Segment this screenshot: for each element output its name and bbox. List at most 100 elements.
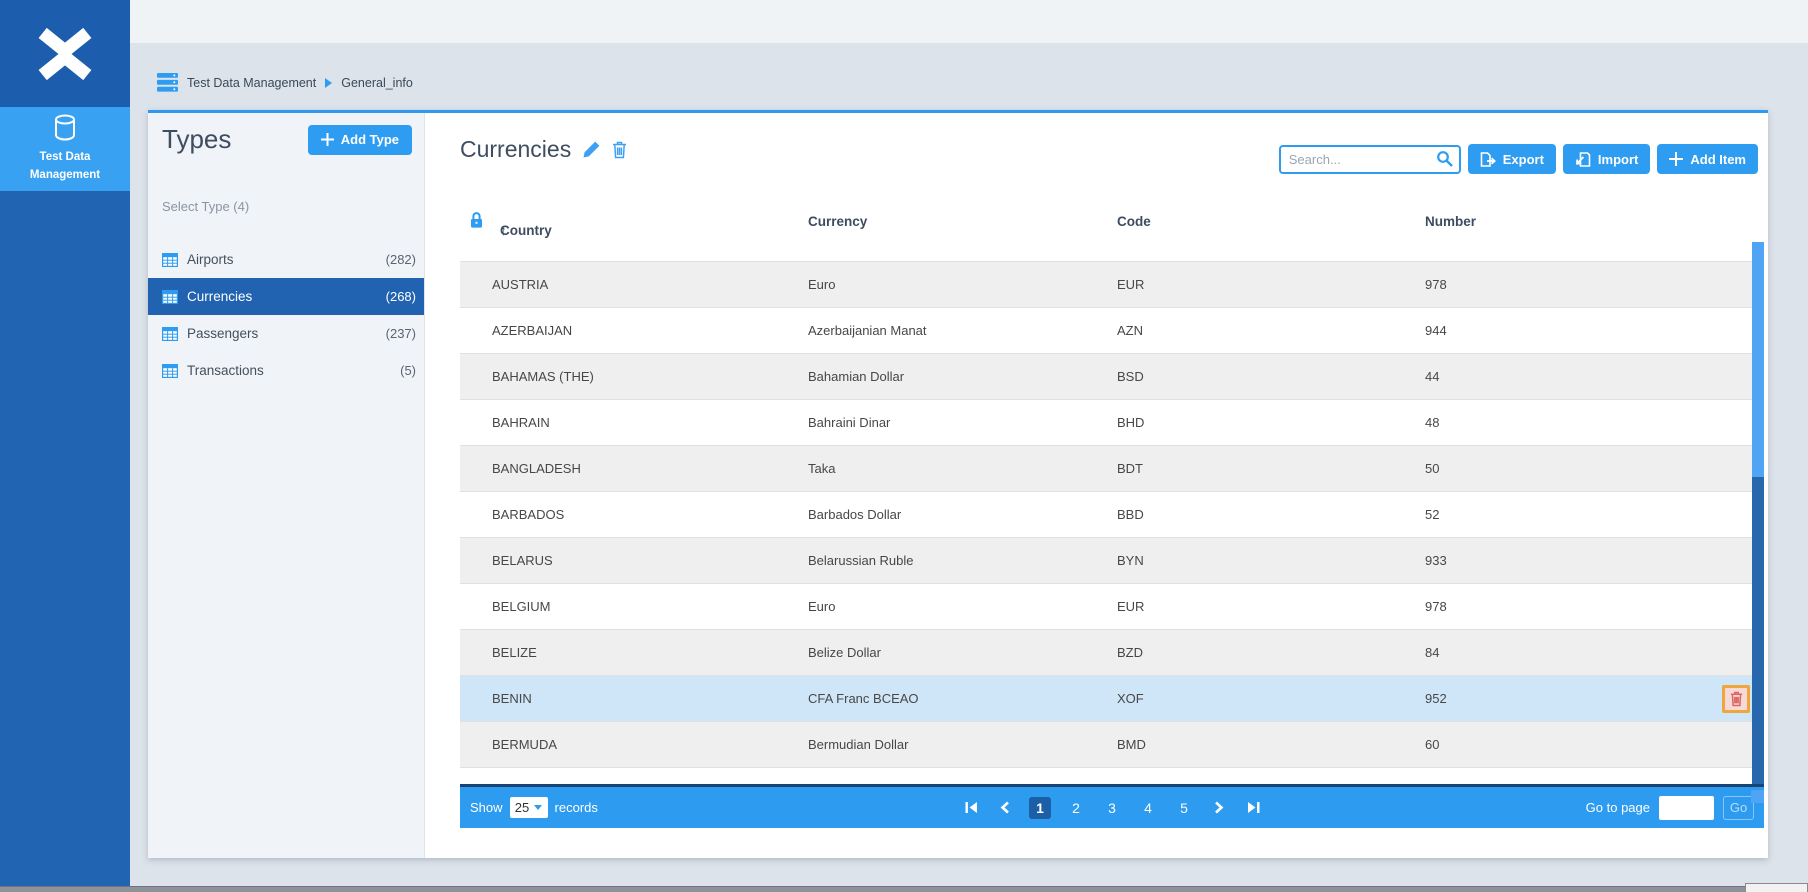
cell-currency: CFA Franc BCEAO bbox=[808, 676, 919, 722]
page-button-5[interactable]: 5 bbox=[1173, 797, 1195, 819]
prev-page-button[interactable] bbox=[995, 798, 1015, 818]
page-button-3[interactable]: 3 bbox=[1101, 797, 1123, 819]
table-row[interactable]: AZERBAIJAN Azerbaijanian Manat AZN 944 bbox=[460, 308, 1752, 354]
table-row[interactable]: BELGIUM Euro EUR 978 bbox=[460, 584, 1752, 630]
toolbar: Export Import Add Item bbox=[1279, 144, 1758, 174]
table-row[interactable]: AUSTRIA Euro EUR 978 bbox=[460, 262, 1752, 308]
search-input[interactable] bbox=[1279, 145, 1461, 174]
cell-country: BAHRAIN bbox=[492, 400, 550, 446]
sidebar-item-label: Test Data Management bbox=[19, 149, 111, 184]
table-footer: Show 25 records 12345 bbox=[460, 784, 1764, 828]
page-button-2[interactable]: 2 bbox=[1065, 797, 1087, 819]
chevron-left-icon bbox=[1000, 801, 1010, 814]
breadcrumb: Test Data Management General_info bbox=[157, 73, 413, 92]
cell-country: BELARUS bbox=[492, 538, 553, 584]
cell-code: BBD bbox=[1117, 492, 1144, 538]
table-row[interactable]: BERMUDA Bermudian Dollar BMD 60 bbox=[460, 722, 1752, 768]
type-item-transactions[interactable]: Transactions (5) bbox=[148, 352, 424, 389]
import-icon bbox=[1575, 152, 1591, 167]
table-row[interactable]: BELIZE Belize Dollar BZD 84 bbox=[460, 630, 1752, 676]
type-item-airports[interactable]: Airports (282) bbox=[148, 241, 424, 278]
goto-page-label: Go to page bbox=[1586, 800, 1650, 815]
first-page-icon bbox=[965, 801, 978, 814]
search-icon[interactable] bbox=[1436, 150, 1454, 168]
table-row[interactable]: BAHAMAS (THE) Bahamian Dollar BSD 44 bbox=[460, 354, 1752, 400]
bottom-edge-bar bbox=[0, 886, 1808, 892]
edit-type-button[interactable] bbox=[582, 140, 601, 159]
cell-country: BAHAMAS (THE) bbox=[492, 354, 594, 400]
breadcrumb-current[interactable]: General_info bbox=[341, 76, 413, 90]
sidebar-item-test-data-management[interactable]: Test Data Management bbox=[0, 107, 130, 191]
cell-code: BYN bbox=[1117, 538, 1144, 584]
last-page-button[interactable] bbox=[1243, 798, 1263, 818]
cell-country: BANGLADESH bbox=[492, 446, 581, 492]
add-type-label: Add Type bbox=[341, 132, 399, 147]
page-button-1[interactable]: 1 bbox=[1029, 797, 1051, 819]
first-page-button[interactable] bbox=[961, 798, 981, 818]
app-logo[interactable] bbox=[0, 0, 130, 107]
cell-code: AZN bbox=[1117, 308, 1143, 354]
trash-icon bbox=[612, 141, 627, 159]
cell-code: EUR bbox=[1117, 584, 1144, 630]
go-button[interactable]: Go bbox=[1723, 796, 1754, 820]
cell-number: 44 bbox=[1425, 354, 1439, 400]
cell-number: 50 bbox=[1425, 446, 1439, 492]
cell-code: BHD bbox=[1117, 400, 1144, 446]
table-grid-icon bbox=[162, 327, 178, 341]
cell-currency: Euro bbox=[808, 584, 835, 630]
chevron-down-icon bbox=[534, 805, 542, 810]
type-item-count: (5) bbox=[400, 363, 416, 378]
cell-country: AUSTRIA bbox=[492, 262, 548, 308]
add-item-button[interactable]: Add Item bbox=[1657, 144, 1758, 174]
cell-number: 933 bbox=[1425, 538, 1447, 584]
types-panel: Types Add Type Select Type (4) Airports … bbox=[148, 113, 425, 858]
breadcrumb-separator-icon bbox=[325, 78, 332, 88]
goto-page-input[interactable] bbox=[1659, 796, 1714, 820]
server-icon bbox=[157, 73, 178, 92]
table-row[interactable]: BAHRAIN Bahraini Dinar BHD 48 bbox=[460, 400, 1752, 446]
cell-currency: Belize Dollar bbox=[808, 630, 881, 676]
import-button[interactable]: Import bbox=[1563, 144, 1650, 174]
table-row[interactable]: BANGLADESH Taka BDT 50 bbox=[460, 446, 1752, 492]
sort-asc-indicator: ↑ bbox=[500, 223, 507, 238]
cell-number: 52 bbox=[1425, 492, 1439, 538]
row-delete-button[interactable] bbox=[1722, 685, 1750, 713]
page-numbers: 12345 bbox=[1029, 797, 1195, 819]
table-row[interactable]: BELARUS Belarussian Ruble BYN 933 bbox=[460, 538, 1752, 584]
next-page-button[interactable] bbox=[1209, 798, 1229, 818]
export-button[interactable]: Export bbox=[1468, 144, 1556, 174]
add-type-button[interactable]: Add Type bbox=[308, 125, 412, 155]
currencies-table: Country ↑ Currency Code Number AUSTRIA E… bbox=[460, 205, 1764, 828]
table-row[interactable]: BENIN CFA Franc BCEAO XOF 952 bbox=[460, 676, 1752, 722]
column-header-number[interactable]: Number bbox=[1425, 214, 1476, 229]
pager: 12345 bbox=[961, 797, 1263, 819]
export-label: Export bbox=[1503, 152, 1544, 167]
type-item-label: Currencies bbox=[187, 289, 252, 304]
page-button-4[interactable]: 4 bbox=[1137, 797, 1159, 819]
table-scrollbar-track[interactable] bbox=[1752, 242, 1764, 787]
cell-code: EUR bbox=[1117, 262, 1144, 308]
search-box bbox=[1279, 145, 1461, 174]
cell-country: BELGIUM bbox=[492, 584, 551, 630]
cell-currency: Bermudian Dollar bbox=[808, 722, 908, 768]
table-header: Country ↑ Currency Code Number bbox=[460, 205, 1764, 240]
delete-type-button[interactable] bbox=[612, 141, 627, 159]
column-header-currency[interactable]: Currency bbox=[808, 214, 867, 229]
type-item-label: Airports bbox=[187, 252, 234, 267]
table-body: AUSTRIA Euro EUR 978 AZERBAIJAN Azerbaij… bbox=[460, 240, 1752, 768]
top-strip bbox=[130, 0, 1808, 43]
type-item-currencies[interactable]: Currencies (268) bbox=[148, 278, 424, 315]
page-size-value: 25 bbox=[515, 800, 529, 815]
table-scrollbar-thumb[interactable] bbox=[1752, 477, 1764, 787]
cell-code: BMD bbox=[1117, 722, 1146, 768]
column-header-code[interactable]: Code bbox=[1117, 214, 1151, 229]
type-item-passengers[interactable]: Passengers (237) bbox=[148, 315, 424, 352]
last-page-icon bbox=[1247, 801, 1260, 814]
breadcrumb-root[interactable]: Test Data Management bbox=[187, 76, 316, 90]
page-size-select[interactable]: 25 bbox=[510, 797, 548, 818]
table-row[interactable]: BARBADOS Barbados Dollar BBD 52 bbox=[460, 492, 1752, 538]
content-card: Types Add Type Select Type (4) Airports … bbox=[148, 110, 1768, 858]
cell-currency: Azerbaijanian Manat bbox=[808, 308, 927, 354]
table-grid-icon bbox=[162, 364, 178, 378]
cell-number: 978 bbox=[1425, 584, 1447, 630]
